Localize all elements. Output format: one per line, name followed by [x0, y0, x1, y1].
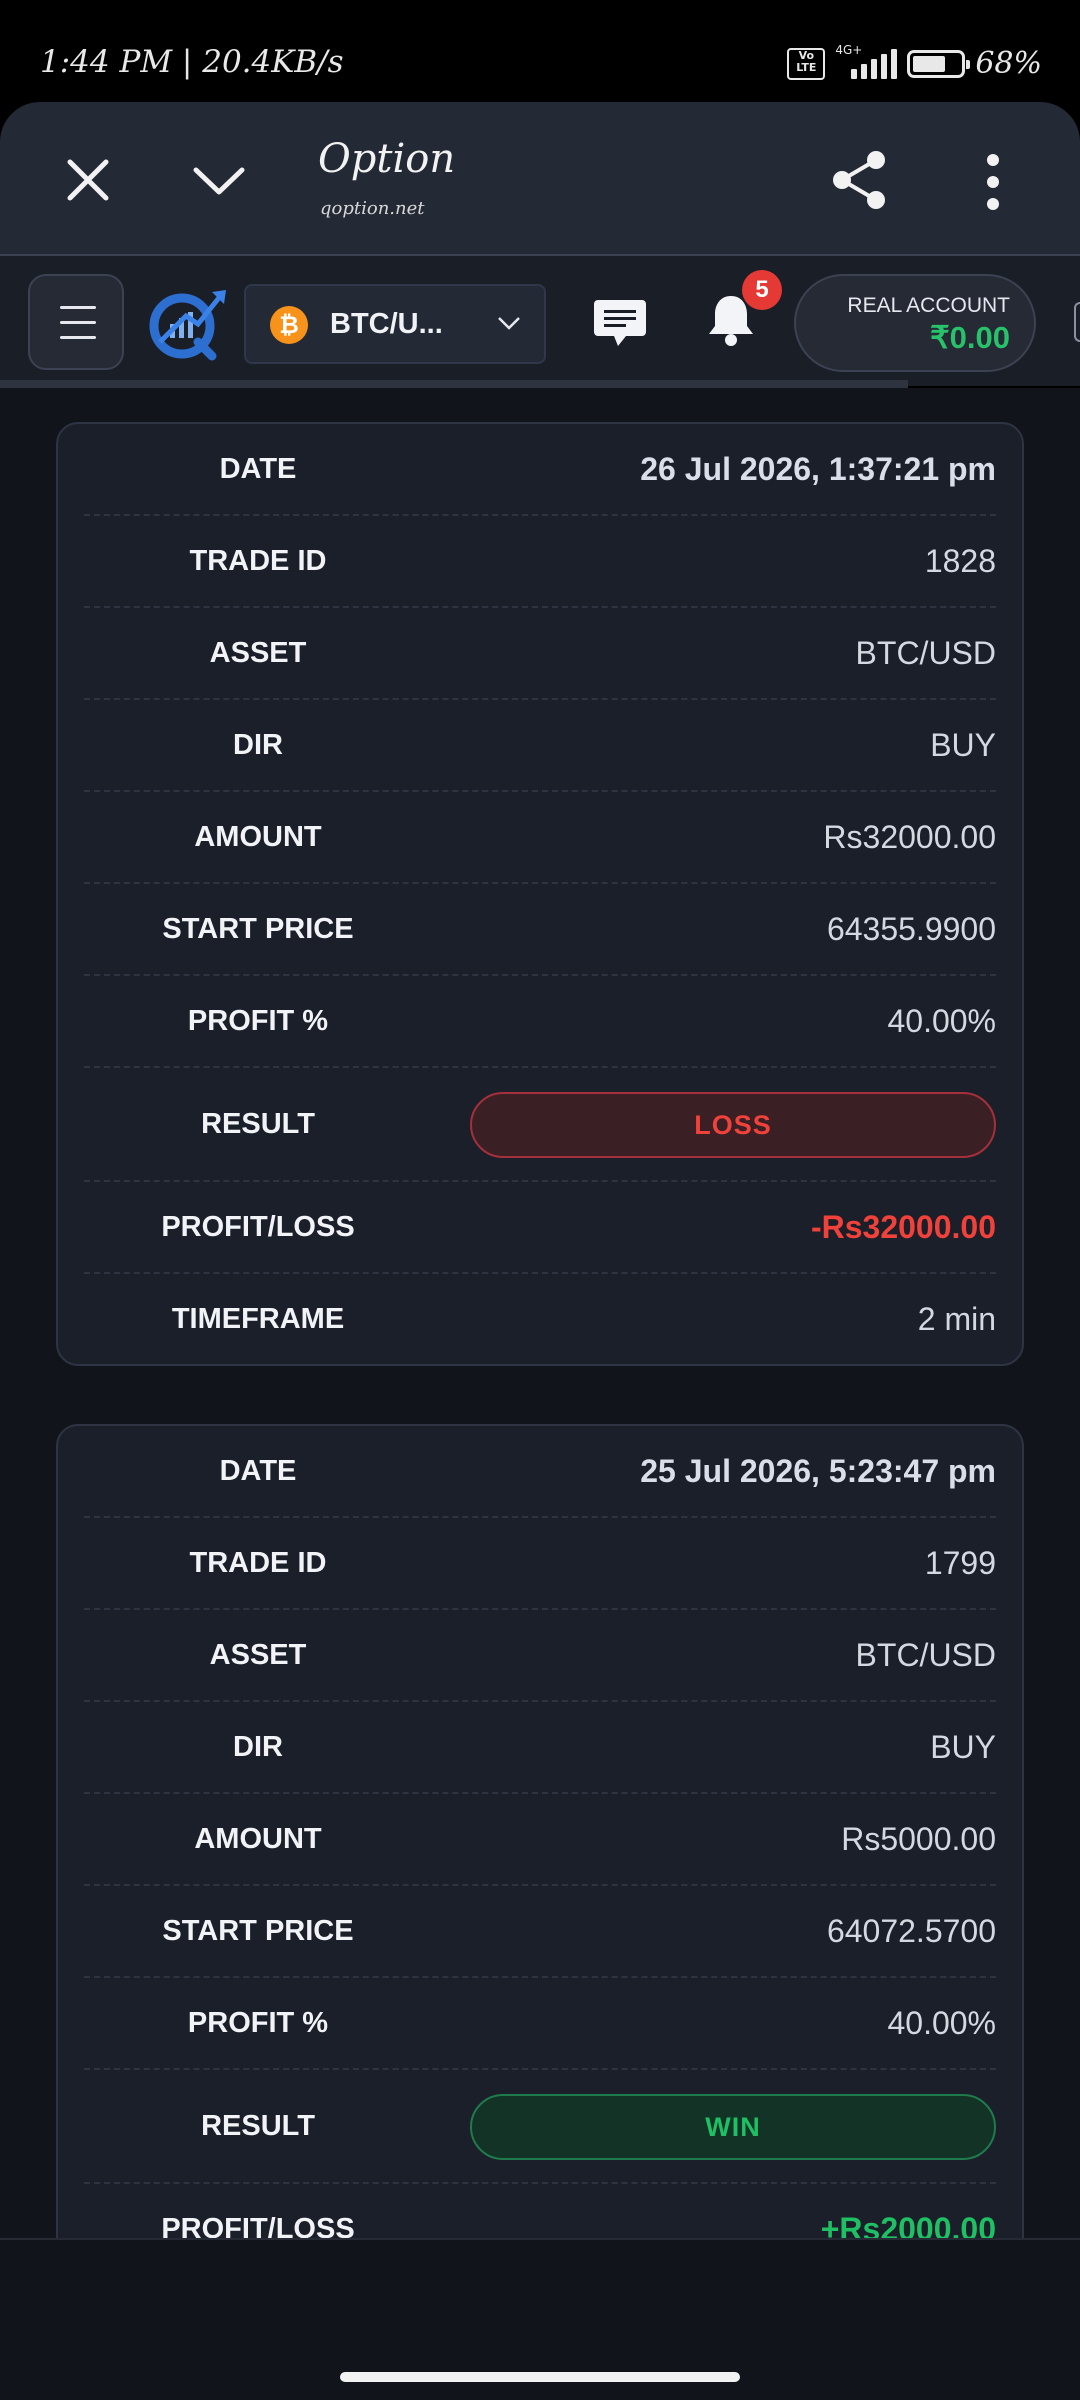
field-label: PROFIT %: [187, 1005, 329, 1037]
field-label: AMOUNT: [194, 1823, 322, 1855]
trade-date: 25 Jul 2026, 5:23:47 pm: [640, 1453, 996, 1489]
bottom-navigation-area: [0, 2238, 1080, 2400]
trade-row-pl: PROFIT/LOSS -Rs32000.00: [84, 1182, 996, 1274]
trade-row-asset: ASSET BTC/USD: [84, 1610, 996, 1702]
trade-profit-pct: 40.00%: [887, 1003, 996, 1039]
field-label: PROFIT %: [187, 2007, 329, 2039]
trade-row-amount: AMOUNT Rs32000.00: [84, 792, 996, 884]
trade-asset: BTC/USD: [855, 1637, 996, 1673]
field-label: START PRICE: [162, 913, 354, 945]
status-icons: Vo LTE 4G+ 68%: [787, 43, 1042, 81]
field-label: DIR: [233, 729, 283, 761]
trade-amount: Rs32000.00: [823, 819, 996, 855]
chevron-down-icon[interactable]: [190, 160, 248, 200]
field-label: PROFIT/LOSS: [161, 1211, 355, 1243]
trade-row-date: DATE 25 Jul 2026, 5:23:47 pm: [84, 1426, 996, 1518]
field-label: AMOUNT: [194, 821, 322, 853]
trade-row-profit-pct: PROFIT % 40.00%: [84, 1978, 996, 2070]
trade-profit-loss: +Rs2000.00: [820, 2211, 996, 2238]
field-label: RESULT: [201, 2110, 315, 2142]
trade-row-profit-pct: PROFIT % 40.00%: [84, 976, 996, 1068]
trade-id: 1828: [924, 543, 996, 579]
field-label: TRADE ID: [189, 545, 327, 577]
account-balance: ₹0.00: [929, 320, 1010, 355]
field-label: TIMEFRAME: [171, 1303, 345, 1335]
trade-card: DATE 25 Jul 2026, 5:23:47 pm TRADE ID 17…: [56, 1424, 1024, 2238]
trade-row-dir: DIR BUY: [84, 1702, 996, 1794]
trade-date: 26 Jul 2026, 1:37:21 pm: [640, 451, 996, 487]
signal-icon: 4G+: [835, 43, 898, 79]
close-icon[interactable]: [62, 154, 114, 206]
trade-row-result: RESULT LOSS: [84, 1068, 996, 1182]
network-type: 4G+: [835, 42, 863, 57]
volte-icon: Vo LTE: [787, 47, 826, 80]
trade-history-list: DATE 26 Jul 2026, 1:37:21 pm TRADE ID 18…: [0, 388, 1080, 2238]
trade-direction: BUY: [930, 1729, 996, 1765]
trade-row-id: TRADE ID 1828: [84, 516, 996, 608]
trade-profit-pct: 40.00%: [887, 2005, 996, 2041]
asset-name: BTC/U...: [330, 308, 443, 340]
status-bar: 1:44 PM | 20.4KB/s Vo LTE 4G+ 68%: [0, 0, 1080, 100]
field-label: ASSET: [209, 1639, 307, 1671]
field-label: DATE: [219, 453, 297, 485]
field-label: RESULT: [201, 1108, 315, 1140]
horizontal-scrollbar[interactable]: [0, 380, 908, 388]
field-label: PROFIT/LOSS: [161, 2213, 355, 2238]
field-label: ASSET: [209, 637, 307, 669]
trade-amount: Rs5000.00: [841, 1821, 996, 1857]
trade-timeframe: 2 min: [917, 1301, 996, 1337]
trade-asset: BTC/USD: [855, 635, 996, 671]
battery-icon: [907, 49, 971, 78]
page-title: Option: [318, 136, 456, 182]
trade-row-start-price: START PRICE 64355.9900: [84, 884, 996, 976]
more-vertical-icon[interactable]: [976, 152, 1010, 212]
account-label: REAL ACCOUNT: [847, 294, 1010, 317]
bitcoin-icon: ₿: [270, 306, 308, 344]
chevron-down-icon: [498, 317, 520, 330]
result-badge-win: WIN: [470, 2094, 996, 2160]
app-header: ₿ BTC/U... 5 REAL ACCOUNT ₹0.00: [0, 256, 1080, 386]
trade-row-timeframe: TIMEFRAME 2 min: [84, 1274, 996, 1364]
trade-direction: BUY: [930, 727, 996, 763]
home-indicator[interactable]: [340, 2372, 740, 2382]
trade-id: 1799: [924, 1545, 996, 1581]
trade-row-dir: DIR BUY: [84, 700, 996, 792]
share-icon[interactable]: [830, 148, 890, 212]
trade-row-pl: PROFIT/LOSS +Rs2000.00: [84, 2184, 996, 2238]
result-badge-loss: LOSS: [470, 1092, 996, 1158]
trade-card: DATE 26 Jul 2026, 1:37:21 pm TRADE ID 18…: [56, 422, 1024, 1366]
asset-selector[interactable]: ₿ BTC/U...: [244, 284, 546, 364]
trade-row-start-price: START PRICE 64072.5700: [84, 1886, 996, 1978]
trade-row-asset: ASSET BTC/USD: [84, 608, 996, 700]
status-time-speed: 1:44 PM | 20.4KB/s: [40, 44, 344, 80]
chat-icon[interactable]: [592, 296, 648, 350]
field-label: DATE: [219, 1455, 297, 1487]
trade-row-date: DATE 26 Jul 2026, 1:37:21 pm: [84, 424, 996, 516]
qoption-logo-icon: [149, 290, 226, 361]
trade-row-result: RESULT WIN: [84, 2070, 996, 2184]
battery-percent: 68%: [975, 46, 1042, 81]
browser-toolbar: Option qoption.net: [0, 102, 1080, 256]
trade-profit-loss: -Rs32000.00: [810, 1209, 996, 1245]
trade-row-id: TRADE ID 1799: [84, 1518, 996, 1610]
account-switcher[interactable]: REAL ACCOUNT ₹0.00: [794, 274, 1036, 372]
menu-button[interactable]: [28, 274, 124, 370]
page-url: qoption.net: [320, 198, 425, 219]
trade-start-price: 64072.5700: [826, 1913, 996, 1949]
field-label: DIR: [233, 1731, 283, 1763]
field-label: TRADE ID: [189, 1547, 327, 1579]
notification-badge: 5: [742, 270, 782, 310]
field-label: START PRICE: [162, 1915, 354, 1947]
trade-row-amount: AMOUNT Rs5000.00: [84, 1794, 996, 1886]
wallet-icon[interactable]: [1074, 302, 1080, 342]
trade-start-price: 64355.9900: [826, 911, 996, 947]
